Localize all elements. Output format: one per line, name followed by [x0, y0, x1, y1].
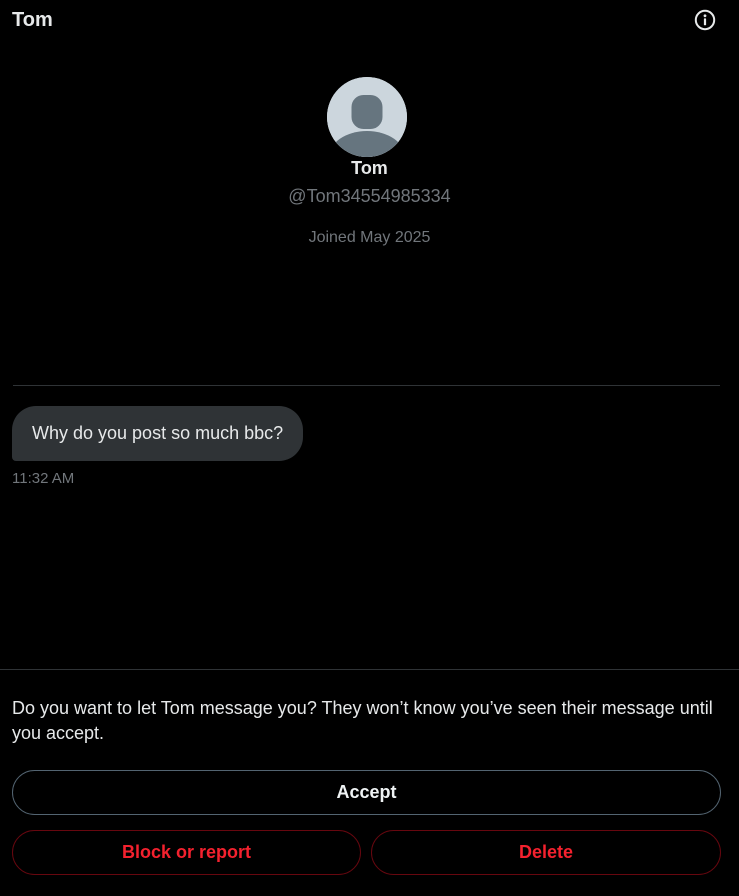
block-or-report-button[interactable]: Block or report: [12, 830, 361, 875]
profile-name[interactable]: Tom: [0, 158, 739, 179]
delete-button[interactable]: Delete: [371, 830, 721, 875]
profile-divider: [13, 385, 720, 386]
message-request-view: Tom Tom @Tom34554985334 Joined May 2025 …: [0, 0, 739, 896]
message-request-prompt: Do you want to let Tom message you? They…: [12, 698, 713, 743]
accept-button[interactable]: Accept: [12, 770, 721, 815]
message-timestamp: 11:32 AM: [12, 470, 75, 487]
conversation-header: Tom: [0, 0, 739, 42]
profile-handle[interactable]: @Tom34554985334: [0, 186, 739, 207]
avatar[interactable]: [327, 77, 407, 157]
message-bubble[interactable]: Why do you post so much bbc?: [12, 406, 304, 461]
request-divider: [0, 669, 739, 670]
info-circle-icon: [694, 9, 716, 31]
default-avatar-icon: [327, 77, 407, 157]
conversation-info-button[interactable]: [694, 9, 716, 31]
profile-joined-date: Joined May 2025: [308, 229, 431, 246]
conversation-title: Tom: [12, 9, 53, 31]
